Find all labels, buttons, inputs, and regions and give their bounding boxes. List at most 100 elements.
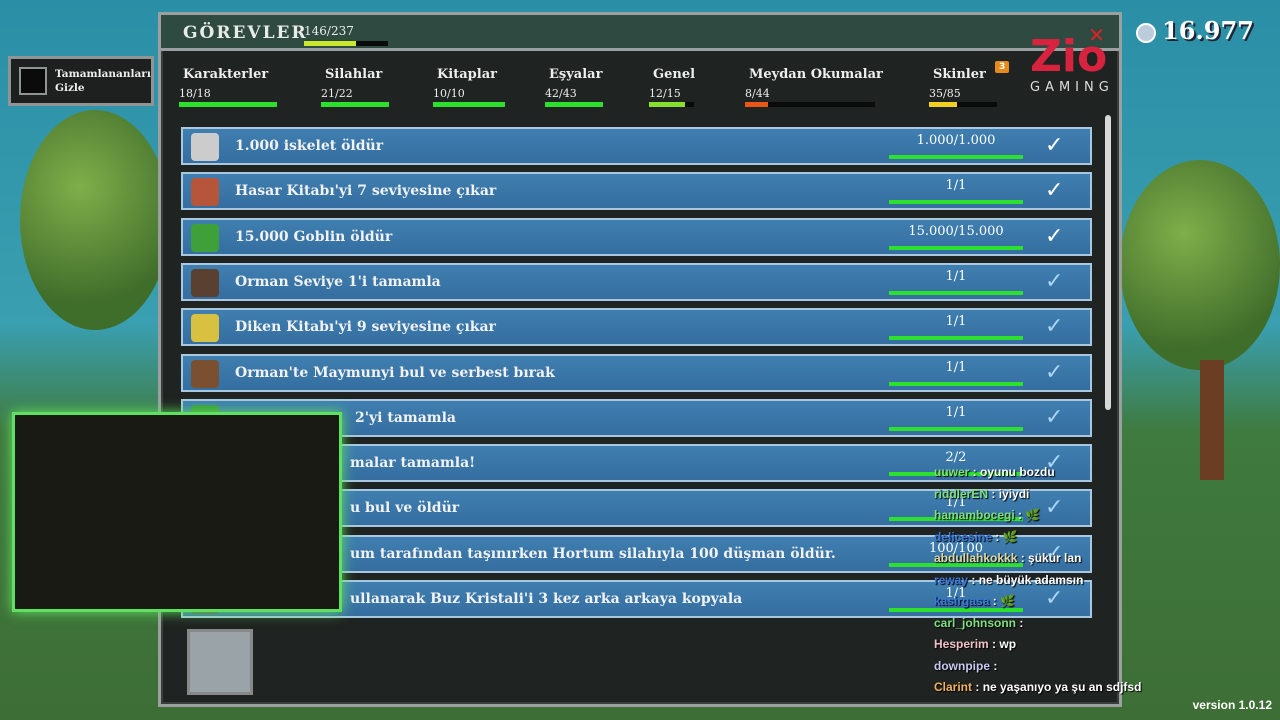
quest-text: Hasar Kitabı'yi 7 seviyesine çıkar xyxy=(235,183,497,200)
tab-label: Genel xyxy=(653,67,696,82)
coin-value: 16.977 xyxy=(1162,16,1254,45)
check-icon: ✓ xyxy=(1045,314,1064,340)
check-icon: ✓ xyxy=(1045,223,1064,249)
chat-message: delicesine : 🌿 xyxy=(934,529,1018,544)
total-progress-bar xyxy=(304,41,388,46)
quest-row[interactable]: Hasar Kitabı'yi 7 seviyesine çıkar 1/1 ✓ xyxy=(181,172,1092,211)
quest-progress-bar xyxy=(889,336,1023,341)
tab-meydan-okumalar[interactable]: Meydan Okumalar 8/44 xyxy=(745,67,883,107)
tab-label: Eşyalar xyxy=(549,67,603,82)
quest-progress-bar xyxy=(889,155,1023,159)
item-slot[interactable] xyxy=(187,629,253,695)
chat-message: Hesperim : wp xyxy=(934,637,1017,651)
hide-completed-checkbox[interactable] xyxy=(19,67,47,95)
quest-count: 1/1 xyxy=(945,178,967,194)
tab-count: 10/10 xyxy=(433,87,465,100)
tab-label: Meydan Okumalar xyxy=(749,67,883,82)
chat-user: carl_johnsonn xyxy=(934,615,1017,630)
hide-completed-toggle[interactable]: Tamamlananları Gizle xyxy=(8,56,154,106)
chat-message: downpipe : xyxy=(934,658,998,673)
logo-subtext: GAMING xyxy=(1030,80,1114,95)
chat-user: hamambocegi xyxy=(934,508,1015,522)
tab-progress-bar xyxy=(929,102,997,107)
quest-count: 1/1 xyxy=(945,268,967,284)
tab-count: 42/43 xyxy=(545,87,577,100)
chat-overlay: uuwer : oyunu bozdu riddlerEN : iyiydi ham… xyxy=(934,462,1142,699)
chat-user: kasirgasa xyxy=(934,594,990,608)
coin-icon xyxy=(1136,22,1156,43)
quest-text: 2'yi tamamla xyxy=(355,409,456,426)
tab-progress-bar xyxy=(545,102,603,107)
tab-progress-bar xyxy=(321,102,389,107)
quest-text: u bul ve öldür xyxy=(350,500,460,517)
tab-label: Skinler xyxy=(933,67,986,82)
chat-message: carl_johnsonn : xyxy=(934,615,1024,630)
quest-row[interactable]: Orman Seviye 1'i tamamla 1/1 ✓ xyxy=(181,262,1092,301)
quest-avatar-icon xyxy=(191,359,219,388)
quest-progress-bar xyxy=(889,290,1023,295)
chat-text: şükür lan xyxy=(1028,551,1082,565)
check-icon: ✓ xyxy=(1045,133,1064,158)
quest-text: Orman Seviye 1'i tamamla xyxy=(235,273,441,290)
hide-completed-label-2: Gizle xyxy=(55,82,85,94)
quest-text: Diken Kitabı'yi 9 seviyesine çıkar xyxy=(235,319,496,336)
chat-user: riddlerEN xyxy=(934,486,989,501)
zio-gaming-logo: Zio GAMING xyxy=(1030,34,1122,96)
quest-count: 1/1 xyxy=(945,404,967,420)
tab-kitaplar[interactable]: Kitaplar 10/10 xyxy=(433,67,505,107)
tab-progress-bar xyxy=(649,102,694,107)
hide-completed-label: Tamamlananları xyxy=(55,68,151,80)
chat-message: kasirgasa : 🌿 xyxy=(934,594,1016,608)
quest-avatar-icon xyxy=(191,178,219,207)
chat-user: abdullahkokkk xyxy=(934,551,1018,565)
tab-skinler[interactable]: Skinler 35/85 3 xyxy=(929,61,1010,107)
chat-message: uuwer : oyunu bozdu xyxy=(934,465,1055,479)
check-icon: ✓ xyxy=(1045,359,1064,385)
quest-avatar-icon xyxy=(191,314,219,343)
quest-progress-bar xyxy=(889,426,1023,431)
tab-eşyalar[interactable]: Eşyalar 42/43 xyxy=(545,67,603,107)
quest-count: 1/1 xyxy=(945,359,967,375)
quest-row[interactable]: Orman'te Maymunyi bul ve serbest bırak 1/… xyxy=(181,353,1092,392)
quest-avatar-icon xyxy=(191,223,219,252)
chat-message: Clarint : ne yaşanıyo ya şu an sdjfsd xyxy=(934,680,1142,694)
quest-row[interactable]: 1.000 iskelet öldür 1.000/1.000 ✓ xyxy=(181,127,1092,165)
quest-progress-bar xyxy=(889,381,1023,386)
tab-progress-bar xyxy=(179,102,277,107)
quest-text: um tarafından taşınırken Hortum silahıyl… xyxy=(350,545,836,562)
chat-user: downpipe xyxy=(934,658,990,673)
scrollbar[interactable] xyxy=(1105,115,1111,410)
tree xyxy=(20,110,170,330)
tree-trunk xyxy=(1200,360,1224,480)
quest-progress-bar xyxy=(889,245,1023,250)
tab-silahlar[interactable]: Silahlar 21/22 xyxy=(321,67,389,107)
chat-user: reway xyxy=(934,572,969,587)
new-badge: 3 xyxy=(995,61,1010,73)
tab-genel[interactable]: Genel 12/15 xyxy=(649,67,696,107)
chat-text: iyiydi xyxy=(998,486,1030,501)
chat-user: Hesperim xyxy=(934,637,989,651)
quest-text: malar tamamla! xyxy=(350,455,476,472)
tree xyxy=(1120,160,1280,370)
chat-text: 🌿 xyxy=(1025,508,1041,522)
chat-message: riddlerEN : iyiydi xyxy=(934,486,1030,501)
quest-row[interactable]: Diken Kitabı'yi 9 seviyesine çıkar 1/1 ✓ xyxy=(181,308,1092,347)
total-progress-text: 146/237 xyxy=(304,24,354,38)
chat-user: uuwer xyxy=(934,465,970,479)
page-title: GÖREVLER xyxy=(183,23,308,43)
tab-label: Kitaplar xyxy=(437,67,497,82)
check-icon: ✓ xyxy=(1045,404,1064,430)
quest-count: 15.000/15.000 xyxy=(908,223,1004,239)
quest-avatar-icon xyxy=(191,133,219,161)
chat-message: reway : ne büyük adamsın xyxy=(934,572,1084,587)
chat-text: oyunu bozdu xyxy=(980,465,1055,479)
tab-karakterler[interactable]: Karakterler 18/18 xyxy=(179,67,277,107)
tab-label: Karakterler xyxy=(183,67,269,82)
quest-text: 1.000 iskelet öldür xyxy=(235,138,384,154)
tab-count: 18/18 xyxy=(179,87,211,100)
chat-text: 🌿 xyxy=(1002,529,1018,544)
chat-text: wp xyxy=(999,637,1017,651)
quest-text: ullanarak Buz Kristali'i 3 kez arka arka… xyxy=(350,591,743,607)
panel-header: GÖREVLER 146/237 ✕ xyxy=(161,15,1119,51)
quest-row[interactable]: 15.000 Goblin öldür 15.000/15.000 ✓ xyxy=(181,217,1092,256)
